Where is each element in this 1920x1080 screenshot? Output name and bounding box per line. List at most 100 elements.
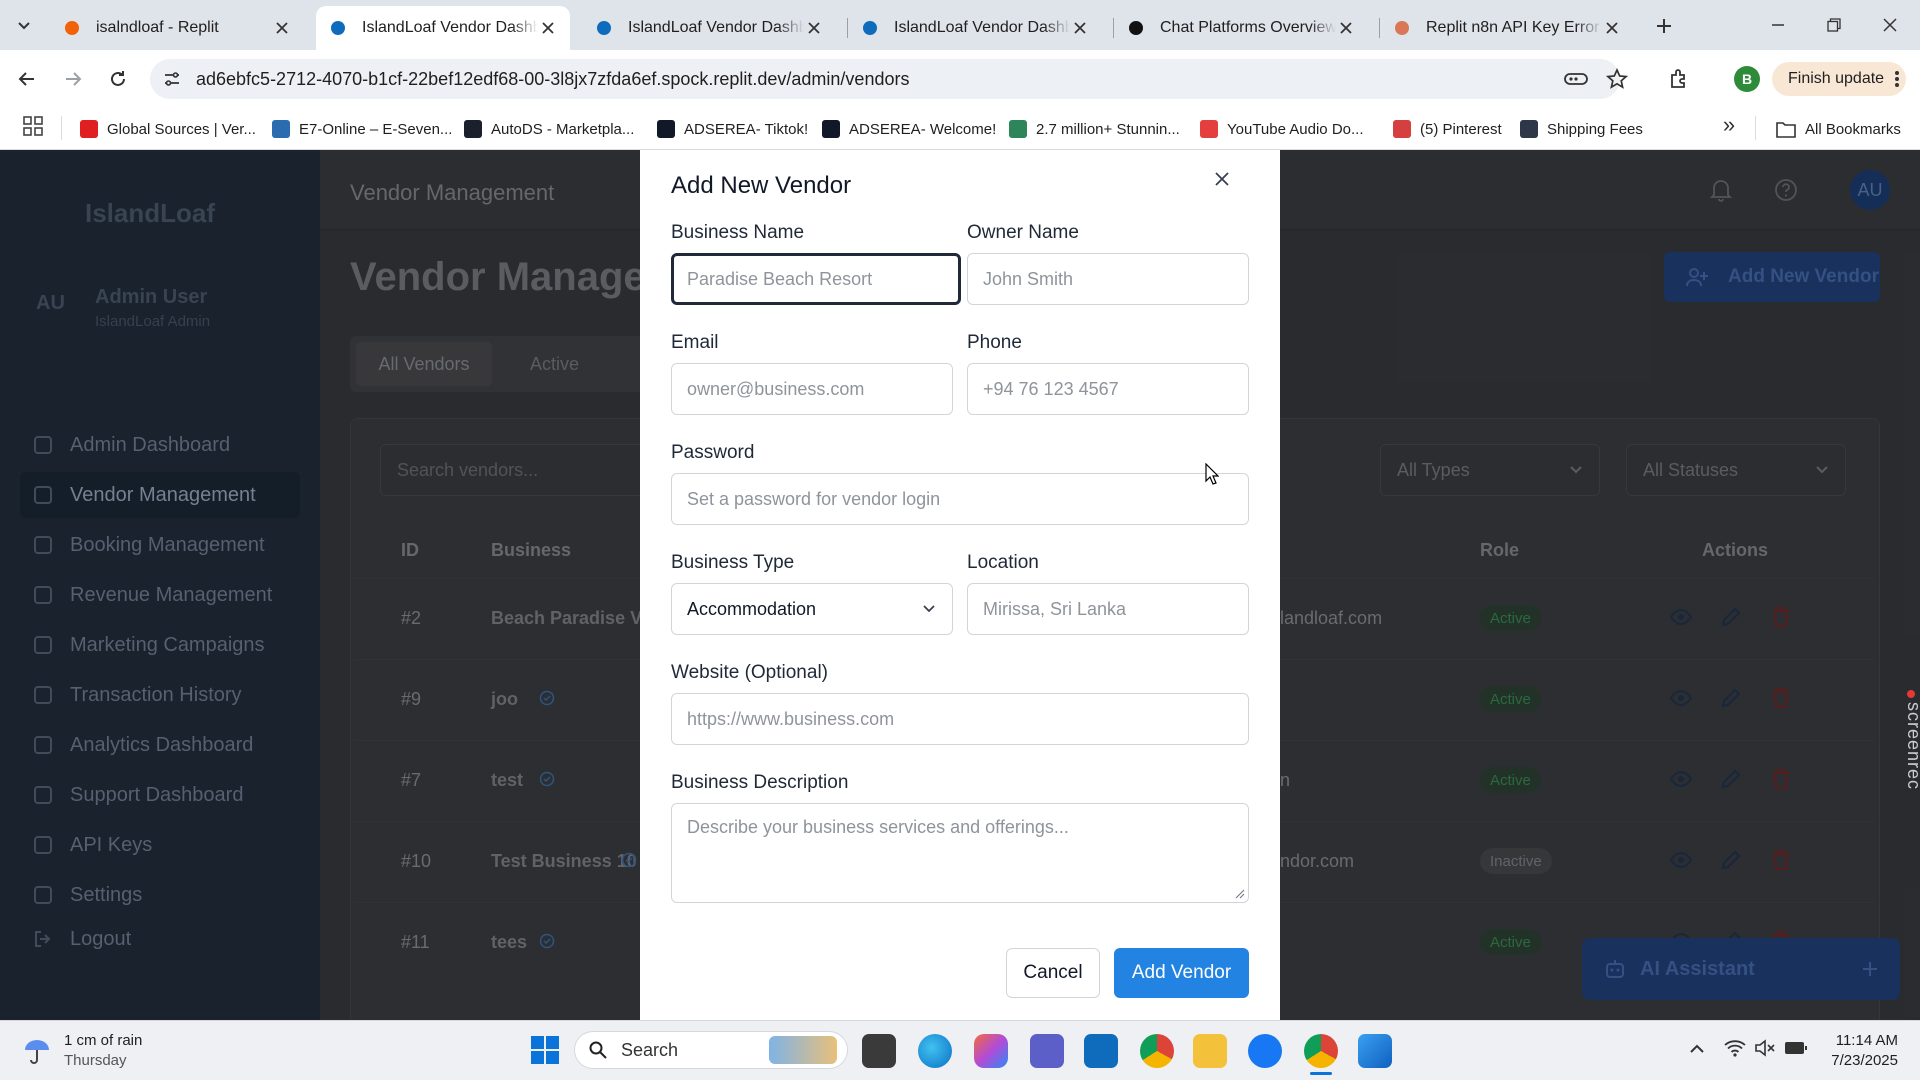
show-hidden-icons[interactable] bbox=[1688, 1040, 1706, 1058]
autods-icon bbox=[464, 120, 482, 138]
bookmark-item[interactable]: AutoDS - Marketpla... bbox=[464, 115, 634, 143]
islandloaf-icon bbox=[860, 18, 880, 38]
browser-tab[interactable]: IslandLoaf Vendor Dashbo bbox=[848, 6, 1102, 50]
file-explorer-icon[interactable] bbox=[1193, 1034, 1227, 1068]
bookmark-star-icon[interactable] bbox=[1606, 68, 1628, 90]
volume-muted-icon[interactable] bbox=[1754, 1038, 1776, 1058]
email-input[interactable]: owner@business.com bbox=[671, 363, 953, 415]
minimize-button[interactable] bbox=[1756, 10, 1800, 40]
bookmark-item[interactable]: E7-Online – E-Seven... bbox=[272, 115, 452, 143]
photos-icon[interactable] bbox=[1358, 1034, 1392, 1068]
bookmark-label: AutoDS - Marketpla... bbox=[491, 120, 635, 138]
url-text[interactable]: ad6ebfc5-2712-4070-b1cf-22bef12edf68-00-… bbox=[196, 69, 909, 90]
extensions-icon[interactable] bbox=[1668, 67, 1692, 91]
bookmark-separator bbox=[61, 116, 62, 140]
phone-input[interactable]: +94 76 123 4567 bbox=[967, 363, 1249, 415]
browser-tab[interactable]: Replit n8n API Key Error - ( bbox=[1380, 6, 1634, 50]
close-tab-icon[interactable] bbox=[1336, 18, 1356, 38]
browser-tab[interactable]: Chat Platforms Overview bbox=[1114, 6, 1368, 50]
business-name-input[interactable]: Paradise Beach Resort bbox=[671, 253, 961, 305]
chrome-icon[interactable] bbox=[1140, 1034, 1174, 1068]
taskbar-search-label: Search bbox=[621, 1039, 679, 1060]
add-vendor-submit-label: Add Vendor bbox=[1131, 962, 1232, 983]
reload-icon bbox=[111, 71, 125, 86]
email-placeholder: owner@business.com bbox=[687, 378, 865, 399]
location-input[interactable]: Mirissa, Sri Lanka bbox=[967, 583, 1249, 635]
outlook-icon[interactable] bbox=[1084, 1034, 1118, 1068]
edge-browser-icon[interactable] bbox=[918, 1034, 952, 1068]
taskbar-search-box[interactable]: Search bbox=[574, 1031, 848, 1069]
cancel-button[interactable]: Cancel bbox=[1006, 948, 1100, 998]
close-window-button[interactable] bbox=[1868, 10, 1912, 40]
password-key-icon[interactable] bbox=[1564, 70, 1588, 88]
battery-icon[interactable] bbox=[1784, 1040, 1808, 1056]
facebook-icon[interactable] bbox=[1248, 1034, 1282, 1068]
reload-button[interactable] bbox=[103, 64, 133, 94]
close-tab-icon[interactable] bbox=[272, 18, 292, 38]
new-tab-button[interactable] bbox=[1650, 12, 1678, 40]
close-tab-icon[interactable] bbox=[538, 18, 558, 38]
bookmark-item[interactable]: (5) Pinterest bbox=[1393, 115, 1502, 143]
description-textarea[interactable]: Describe your business services and offe… bbox=[671, 803, 1249, 903]
shipping-icon bbox=[1520, 120, 1538, 138]
phone-label: Phone bbox=[967, 332, 1022, 353]
resize-handle-icon[interactable] bbox=[1235, 889, 1245, 899]
site-info-icon[interactable] bbox=[162, 69, 182, 89]
business-type-select[interactable]: Accommodation bbox=[671, 583, 953, 635]
business-type-label: Business Type bbox=[671, 552, 795, 573]
bookmark-item[interactable]: ADSEREA- Tiktok! bbox=[657, 115, 808, 143]
tab-title: IslandLoaf Vendor Dashbo bbox=[628, 19, 804, 36]
forward-button[interactable] bbox=[58, 64, 88, 94]
tab-title: isalndloaf - Replit bbox=[96, 19, 219, 36]
bookmark-label: ADSEREA- Tiktok! bbox=[684, 120, 809, 138]
browser-tab[interactable]: IslandLoaf Vendor Dashbo bbox=[582, 6, 836, 50]
website-input[interactable]: https://www.business.com bbox=[671, 693, 1249, 745]
global-sources-icon bbox=[80, 120, 98, 138]
add-vendor-submit-button[interactable]: Add Vendor bbox=[1114, 948, 1249, 998]
bookmark-label: YouTube Audio Do... bbox=[1227, 120, 1364, 138]
app-viewport: IslandLoaf AU Admin User IslandLoaf Admi… bbox=[0, 150, 1920, 1020]
more-bookmarks-icon[interactable]: » bbox=[1718, 112, 1740, 137]
bookmark-item[interactable]: 2.7 million+ Stunnin... bbox=[1009, 115, 1180, 143]
copilot-icon[interactable] bbox=[974, 1034, 1008, 1068]
chrome-profile-icon[interactable] bbox=[1304, 1034, 1338, 1068]
bookmark-item[interactable]: Shipping Fees bbox=[1520, 115, 1643, 143]
password-input[interactable]: Set a password for vendor login bbox=[671, 473, 1249, 525]
close-tab-icon[interactable] bbox=[804, 18, 824, 38]
bookmark-label: Global Sources | Ver... bbox=[107, 120, 256, 138]
restore-button[interactable] bbox=[1812, 10, 1856, 40]
website-label: Website (Optional) bbox=[671, 662, 828, 683]
weather-text: 1 cm of rain bbox=[64, 1032, 143, 1049]
bookmark-item[interactable]: Global Sources | Ver... bbox=[80, 115, 256, 143]
finish-update-button[interactable]: Finish update bbox=[1772, 62, 1906, 96]
arrow-right-icon bbox=[66, 72, 82, 86]
weather-widget[interactable]: 1 cm of rain Thursday bbox=[22, 1030, 202, 1072]
tab-title: Chat Platforms Overview bbox=[1160, 19, 1336, 36]
tab-title: IslandLoaf Vendor Dashbo bbox=[362, 19, 538, 36]
chevron-up-icon bbox=[1690, 1044, 1704, 1053]
browser-tab[interactable]: IslandLoaf Vendor Dashbo bbox=[316, 6, 570, 50]
bookmark-item[interactable]: ADSEREA- Welcome! bbox=[822, 115, 996, 143]
folder-icon bbox=[1776, 122, 1796, 138]
start-button[interactable] bbox=[531, 1036, 559, 1064]
back-button[interactable] bbox=[12, 64, 42, 94]
all-bookmarks-label: All Bookmarks bbox=[1805, 120, 1901, 138]
clock-date[interactable]: 7/23/2025 bbox=[1818, 1052, 1898, 1069]
wifi-icon[interactable] bbox=[1724, 1038, 1746, 1058]
owner-name-input[interactable]: John Smith bbox=[967, 253, 1249, 305]
business-type-value: Accommodation bbox=[687, 598, 817, 619]
location-label: Location bbox=[967, 552, 1039, 573]
close-icon bbox=[1215, 172, 1229, 186]
close-tab-icon[interactable] bbox=[1070, 18, 1090, 38]
bookmark-item[interactable]: YouTube Audio Do... bbox=[1200, 115, 1364, 143]
close-modal-button[interactable] bbox=[1207, 164, 1237, 194]
tab-search-button[interactable] bbox=[10, 12, 38, 40]
apps-grid-icon[interactable] bbox=[23, 116, 43, 136]
close-tab-icon[interactable] bbox=[1602, 18, 1622, 38]
teams-icon[interactable] bbox=[1030, 1034, 1064, 1068]
profile-avatar[interactable]: B bbox=[1734, 66, 1760, 92]
clock-time[interactable]: 11:14 AM bbox=[1826, 1032, 1898, 1049]
task-view-icon[interactable] bbox=[862, 1034, 896, 1068]
all-bookmarks-link[interactable]: All Bookmarks bbox=[1776, 115, 1901, 143]
browser-tab[interactable]: isalndloaf - Replit bbox=[50, 6, 304, 50]
